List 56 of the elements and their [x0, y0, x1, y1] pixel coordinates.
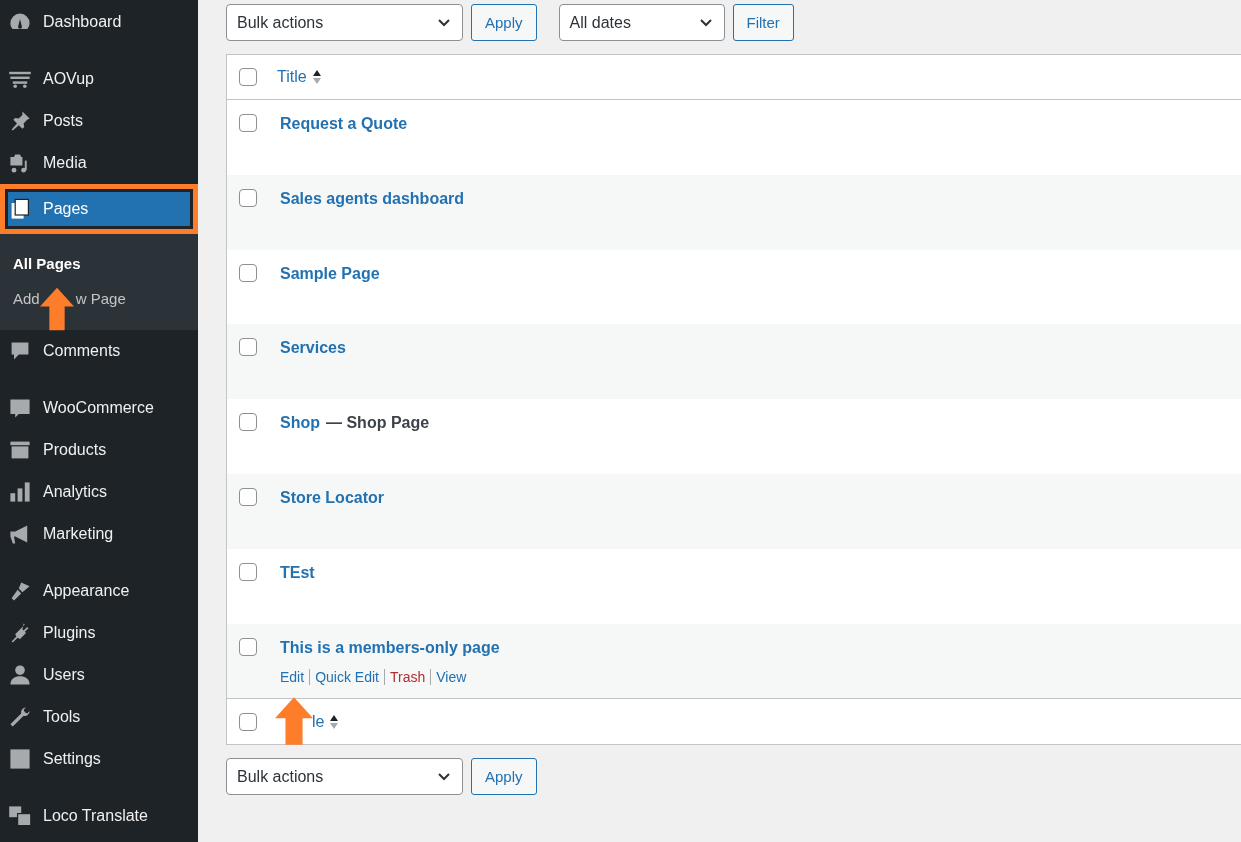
sidebar-item[interactable]: Appearance [0, 570, 198, 612]
sidebar-item[interactable]: Pages [8, 192, 190, 226]
submenu-item[interactable]: w Page [75, 286, 126, 311]
sidebar-item[interactable]: Marketing [0, 513, 198, 555]
filter-button[interactable]: Filter [732, 4, 794, 41]
post-state: — Shop Page [326, 413, 430, 434]
row-action-link[interactable]: View [430, 668, 467, 685]
sidebar-item[interactable]: Products [0, 429, 198, 471]
checkbox[interactable] [239, 562, 257, 581]
page-title-link[interactable]: TEst [280, 562, 315, 583]
page-title-link[interactable]: This is a members-only page [280, 637, 500, 658]
checkbox[interactable] [239, 114, 257, 132]
sidebar-item[interactable]: Tools [0, 696, 198, 738]
sort-icon [329, 713, 340, 730]
submenu-item[interactable]: All Pages [0, 246, 198, 281]
checkbox[interactable] [239, 338, 257, 357]
checkbox[interactable] [239, 413, 257, 432]
sidebar-item[interactable]: WooCommerce [0, 387, 198, 429]
row-action-link[interactable]: Edit [280, 668, 305, 685]
apply-button[interactable]: Apply [471, 4, 537, 41]
page-title-link[interactable]: Sample Page [280, 263, 380, 284]
wrench-icon [8, 705, 32, 729]
page-title-link[interactable]: Store Locator [280, 488, 384, 508]
sidebar-item[interactable]: Users [0, 654, 198, 696]
sidebar-item[interactable]: Media [0, 142, 198, 184]
checkbox[interactable] [239, 188, 257, 207]
sort-icon [311, 69, 322, 85]
row-action-link[interactable]: Quick Edit [309, 668, 379, 685]
bulk-actions-dropdown[interactable]: Bulk actions [226, 758, 463, 796]
bar-chart-icon [8, 480, 32, 504]
page-title-link[interactable]: Request a Quote [280, 114, 408, 134]
title-column-header[interactable]: Title [277, 68, 307, 86]
submenu-item[interactable]: Add [13, 286, 40, 311]
sidebar-item[interactable]: Comments [0, 330, 198, 372]
user-icon [8, 663, 32, 687]
page-title-link[interactable]: Sales agents dashboard [280, 188, 465, 209]
checkbox[interactable] [239, 68, 257, 86]
checkbox[interactable] [239, 712, 257, 731]
checkbox[interactable] [239, 637, 257, 656]
page-title-link[interactable]: Services [280, 338, 346, 359]
dates-dropdown[interactable]: All dates [558, 4, 725, 41]
sidebar-item[interactable]: Dashboard [0, 1, 198, 43]
checkbox[interactable] [239, 488, 257, 506]
page-title-link[interactable]: Shop [280, 413, 320, 434]
title-column-header[interactable]: le [312, 712, 325, 731]
sidebar-item[interactable]: Plugins [0, 612, 198, 654]
checkbox[interactable] [239, 263, 257, 282]
sidebar-item[interactable]: Loco Translate [0, 795, 198, 837]
apply-button[interactable]: Apply [471, 758, 537, 796]
sidebar-item[interactable]: AOVup [0, 58, 198, 100]
sidebar-item[interactable]: Posts [0, 100, 198, 142]
sidebar-item[interactable]: Settings [0, 738, 198, 780]
row-action-link[interactable]: Trash [383, 668, 426, 685]
bulk-actions-dropdown[interactable]: Bulk actions [226, 4, 463, 41]
translate-icon [8, 804, 32, 828]
sidebar-item[interactable]: Analytics [0, 471, 198, 513]
